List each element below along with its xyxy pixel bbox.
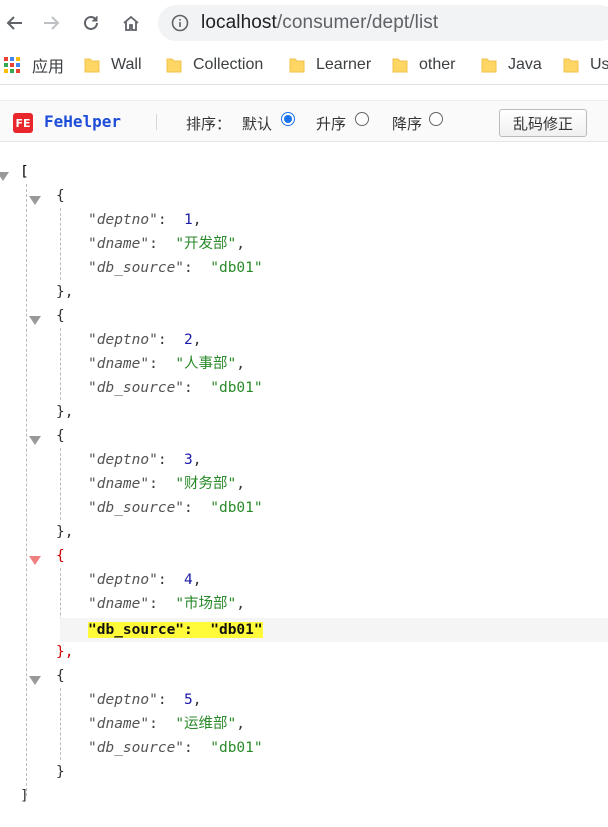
folder-icon xyxy=(392,58,408,73)
bookmarks-bar: 应用 Wall Collection Learner other Java Us xyxy=(0,46,608,85)
json-row: "db_source": "db01" xyxy=(88,260,263,276)
fehelper-name: FeHelper xyxy=(44,112,122,131)
address-bar[interactable]: localhost/consumer/dept/list xyxy=(158,5,608,41)
bookmark-wall[interactable]: Wall xyxy=(84,54,142,76)
record-close-brace: } xyxy=(56,764,65,780)
collapse-record-icon[interactable] xyxy=(29,676,41,685)
bookmark-label: Wall xyxy=(111,56,142,73)
sort-asc-radio[interactable] xyxy=(355,112,369,126)
back-arrow-icon[interactable] xyxy=(0,8,30,38)
json-row: "deptno": 3, xyxy=(88,452,202,468)
bookmark-label: 应用 xyxy=(32,59,65,76)
collapse-record-icon[interactable] xyxy=(29,436,41,445)
json-row: "deptno": 2, xyxy=(88,332,202,348)
bookmark-label: Collection xyxy=(193,56,264,73)
bookmark-apps[interactable]: 应用 xyxy=(4,54,64,76)
record-open-brace: { xyxy=(56,668,65,684)
sort-option-default-label: 默认 xyxy=(242,116,273,133)
browser-toolbar: localhost/consumer/dept/list xyxy=(0,0,608,46)
home-icon[interactable] xyxy=(116,8,146,38)
fix-encoding-button[interactable]: 乱码修正 xyxy=(499,109,587,137)
indent-guide xyxy=(60,328,61,400)
json-row: "deptno": 1, xyxy=(88,212,202,228)
record-open-brace: { xyxy=(56,308,65,324)
json-row: "db_source": "db01" xyxy=(88,380,263,396)
sort-option-desc-label: 降序 xyxy=(392,116,423,133)
collapse-root-icon[interactable] xyxy=(0,172,9,181)
indent-guide xyxy=(60,208,61,280)
bookmark-collection[interactable]: Collection xyxy=(166,54,263,76)
folder-icon xyxy=(563,58,579,73)
indent-guide xyxy=(60,688,61,760)
json-row: "dname": "市场部", xyxy=(88,596,246,612)
collapse-record-icon[interactable] xyxy=(29,196,41,205)
bookmark-label: Java xyxy=(508,56,542,73)
reload-icon[interactable] xyxy=(76,8,106,38)
record-close-brace: }, xyxy=(56,644,74,660)
json-row: "dname": "财务部", xyxy=(88,476,246,492)
fehelper-toolbar: FE FeHelper 排序： 默认 升序 降序 乱码修正 xyxy=(0,100,608,142)
record-open-brace: { xyxy=(56,188,65,204)
json-row: "dname": "开发部", xyxy=(88,236,246,252)
close-bracket: ] xyxy=(20,788,29,804)
collapse-record-icon[interactable] xyxy=(29,556,41,565)
sort-label: 排序： xyxy=(186,116,232,133)
sort-default-radio[interactable] xyxy=(281,112,295,126)
forward-arrow-icon[interactable] xyxy=(36,8,66,38)
apps-grid-icon xyxy=(4,57,20,73)
indent-guide xyxy=(60,448,61,520)
bookmark-label: other xyxy=(419,56,456,73)
collapse-record-icon[interactable] xyxy=(29,316,41,325)
json-row: "db_source": "db01" xyxy=(88,500,263,516)
indent-guide xyxy=(26,184,27,796)
sort-option-asc-label: 升序 xyxy=(316,116,347,133)
json-viewer: [ { "deptno": 1, "dname": "开发部", "db_sou… xyxy=(0,148,608,827)
info-icon[interactable] xyxy=(171,14,189,32)
folder-icon xyxy=(84,58,100,73)
bookmark-label: Learner xyxy=(316,56,372,73)
bookmark-label: Us xyxy=(590,56,608,73)
json-row: "deptno": 4, xyxy=(88,572,202,588)
folder-icon xyxy=(481,58,497,73)
bookmark-learner[interactable]: Learner xyxy=(289,54,371,76)
bookmark-other[interactable]: other xyxy=(392,54,455,76)
folder-icon xyxy=(289,58,305,73)
folder-icon xyxy=(166,58,182,73)
fehelper-logo-icon: FE xyxy=(13,113,33,133)
json-row: "deptno": 5, xyxy=(88,692,202,708)
open-bracket: [ xyxy=(20,164,29,180)
divider xyxy=(156,114,157,130)
bookmark-us[interactable]: Us xyxy=(563,54,608,76)
record-close-brace: }, xyxy=(56,404,74,420)
json-row-highlighted[interactable]: "db_source": "db01" xyxy=(88,618,263,642)
json-row: "dname": "运维部", xyxy=(88,716,246,732)
bookmark-java[interactable]: Java xyxy=(481,54,542,76)
url-text: localhost/consumer/dept/list xyxy=(201,12,439,33)
record-close-brace: }, xyxy=(56,284,74,300)
json-row: "db_source": "db01" xyxy=(88,740,263,756)
sort-desc-radio[interactable] xyxy=(429,112,443,126)
record-open-brace: { xyxy=(56,548,65,564)
json-row: "dname": "人事部", xyxy=(88,356,246,372)
record-close-brace: }, xyxy=(56,524,74,540)
record-open-brace: { xyxy=(56,428,65,444)
